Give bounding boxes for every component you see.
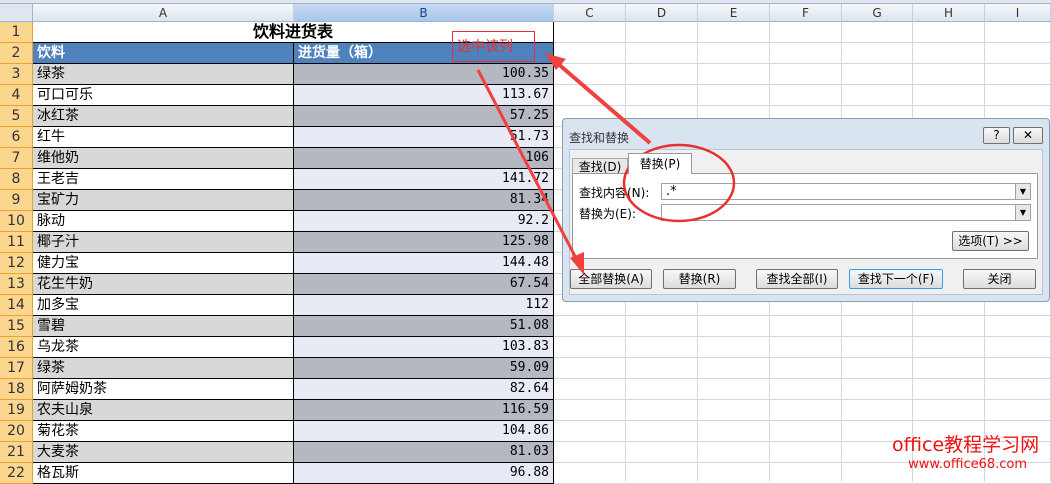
watermark-title: office教程学习网	[892, 434, 1040, 456]
tab-replace[interactable]: 替换(P)	[628, 153, 692, 174]
annotation-arrows	[476, 53, 736, 275]
watermark: office教程学习网 www.office68.com	[892, 430, 1039, 472]
arrow-to-column	[554, 60, 652, 145]
watermark-url: www.office68.com	[908, 457, 1028, 472]
arrowhead-icon	[570, 252, 584, 275]
arrow-to-button	[476, 69, 580, 263]
